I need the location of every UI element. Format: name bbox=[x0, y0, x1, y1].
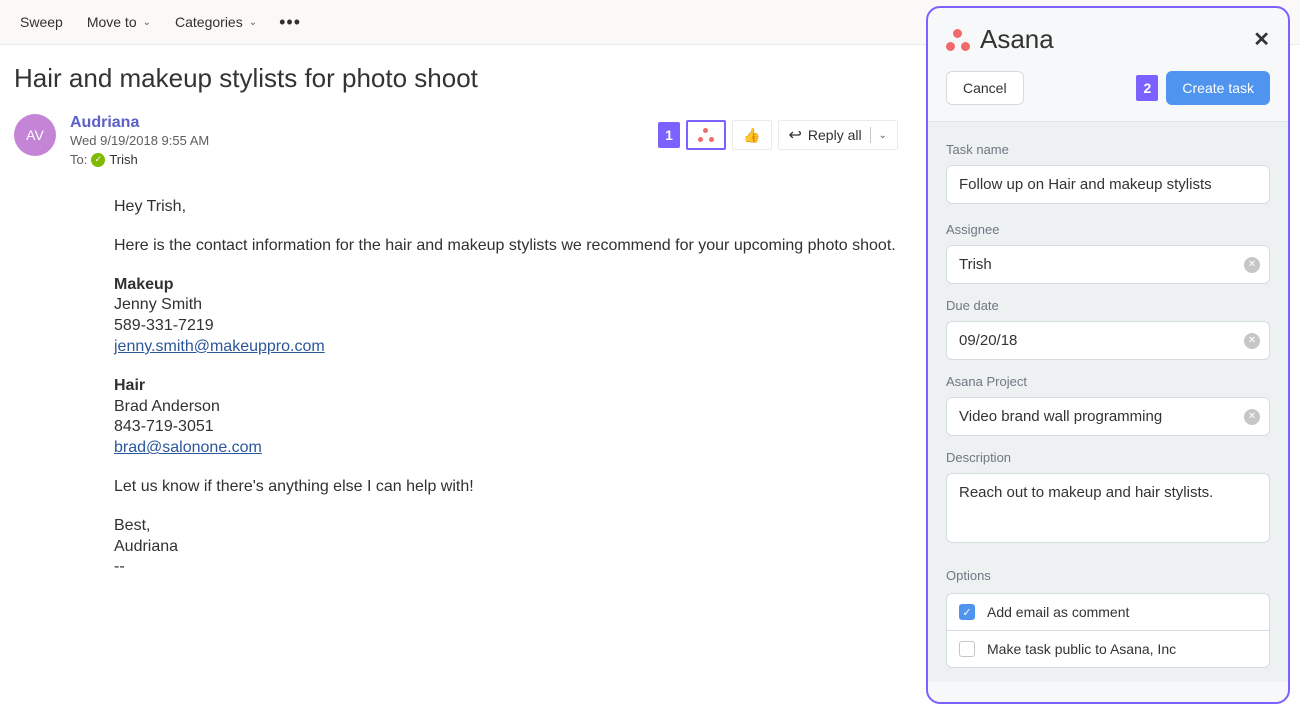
close-icon[interactable]: ✕ bbox=[1253, 27, 1270, 52]
presence-available-icon: ✓ bbox=[91, 153, 105, 167]
checkbox-unchecked-icon[interactable] bbox=[959, 641, 975, 657]
sig-dashes: -- bbox=[114, 558, 125, 575]
email-body: Hey Trish, Here is the contact informati… bbox=[114, 197, 898, 578]
makeup-phone: 589-331-7219 bbox=[114, 317, 214, 334]
signoff: Best, bbox=[114, 517, 150, 534]
due-date-input[interactable] bbox=[946, 321, 1270, 360]
recipients-line: To: ✓ Trish bbox=[70, 152, 898, 167]
assignee-input[interactable] bbox=[946, 245, 1270, 284]
reply-all-icon: ↩ bbox=[789, 125, 802, 145]
email-actions: 1 👍 ↩ Reply all ⌄ bbox=[658, 120, 898, 150]
categories-button[interactable]: Categories ⌄ bbox=[165, 8, 267, 36]
options-label: Options bbox=[946, 568, 1270, 583]
task-name-label: Task name bbox=[946, 142, 1270, 157]
checkbox-checked-icon[interactable]: ✓ bbox=[959, 604, 975, 620]
asana-actions-row: Cancel 2 Create task bbox=[928, 65, 1288, 121]
moveto-button[interactable]: Move to ⌄ bbox=[77, 8, 161, 36]
makeup-email-link[interactable]: jenny.smith@makeuppro.com bbox=[114, 338, 325, 355]
clear-project-icon[interactable]: ✕ bbox=[1244, 409, 1260, 425]
create-task-button[interactable]: Create task bbox=[1166, 71, 1270, 105]
due-date-label: Due date bbox=[946, 298, 1270, 313]
task-name-input[interactable] bbox=[946, 165, 1270, 204]
option-public-row[interactable]: Make task public to Asana, Inc bbox=[946, 630, 1270, 668]
asana-icon bbox=[698, 128, 714, 142]
hair-name: Brad Anderson bbox=[114, 398, 220, 415]
email-subject: Hair and makeup stylists for photo shoot bbox=[14, 63, 898, 94]
hair-phone: 843-719-3051 bbox=[114, 418, 214, 435]
asana-logo-icon bbox=[946, 29, 970, 51]
like-button[interactable]: 👍 bbox=[732, 120, 771, 150]
thumbs-up-icon: 👍 bbox=[743, 127, 760, 144]
email-header: AV Audriana Wed 9/19/2018 9:55 AM To: ✓ … bbox=[14, 114, 898, 167]
clear-assignee-icon[interactable]: ✕ bbox=[1244, 257, 1260, 273]
cancel-button[interactable]: Cancel bbox=[946, 71, 1024, 105]
option-public-label: Make task public to Asana, Inc bbox=[987, 641, 1176, 657]
email-view: Hair and makeup stylists for photo shoot… bbox=[0, 45, 918, 578]
asana-form: Task name Assignee ✕ Due date ✕ Asana Pr… bbox=[928, 121, 1288, 682]
callout-badge-1: 1 bbox=[658, 122, 680, 148]
body-greeting: Hey Trish, bbox=[114, 197, 898, 218]
body-outro: Let us know if there's anything else I c… bbox=[114, 477, 898, 498]
chevron-down-icon: ⌄ bbox=[143, 17, 151, 28]
asana-panel: Asana ✕ Cancel 2 Create task Task name A… bbox=[926, 6, 1290, 704]
makeup-name: Jenny Smith bbox=[114, 296, 202, 313]
option-add-email-label: Add email as comment bbox=[987, 604, 1129, 620]
clear-duedate-icon[interactable]: ✕ bbox=[1244, 333, 1260, 349]
asana-addin-button[interactable] bbox=[686, 120, 726, 150]
option-add-email-row[interactable]: ✓ Add email as comment bbox=[946, 593, 1270, 630]
description-input[interactable] bbox=[946, 473, 1270, 543]
project-input[interactable] bbox=[946, 397, 1270, 436]
hair-heading: Hair bbox=[114, 377, 145, 394]
avatar[interactable]: AV bbox=[14, 114, 56, 156]
assignee-label: Assignee bbox=[946, 222, 1270, 237]
chevron-down-icon[interactable]: ⌄ bbox=[879, 130, 887, 141]
asana-panel-header: Asana ✕ bbox=[928, 8, 1288, 65]
asana-title: Asana bbox=[980, 24, 1243, 55]
description-label: Description bbox=[946, 450, 1270, 465]
hair-email-link[interactable]: brad@salonone.com bbox=[114, 439, 262, 456]
signature: Audriana bbox=[114, 538, 178, 555]
chevron-down-icon: ⌄ bbox=[249, 17, 257, 28]
more-actions-button[interactable]: ••• bbox=[271, 8, 309, 37]
project-label: Asana Project bbox=[946, 374, 1270, 389]
recipient[interactable]: Trish bbox=[109, 152, 137, 167]
body-intro: Here is the contact information for the … bbox=[114, 236, 898, 257]
callout-badge-2: 2 bbox=[1136, 75, 1158, 101]
makeup-heading: Makeup bbox=[114, 276, 174, 293]
reply-all-button[interactable]: ↩ Reply all ⌄ bbox=[778, 120, 899, 150]
sweep-button[interactable]: Sweep bbox=[10, 8, 73, 36]
